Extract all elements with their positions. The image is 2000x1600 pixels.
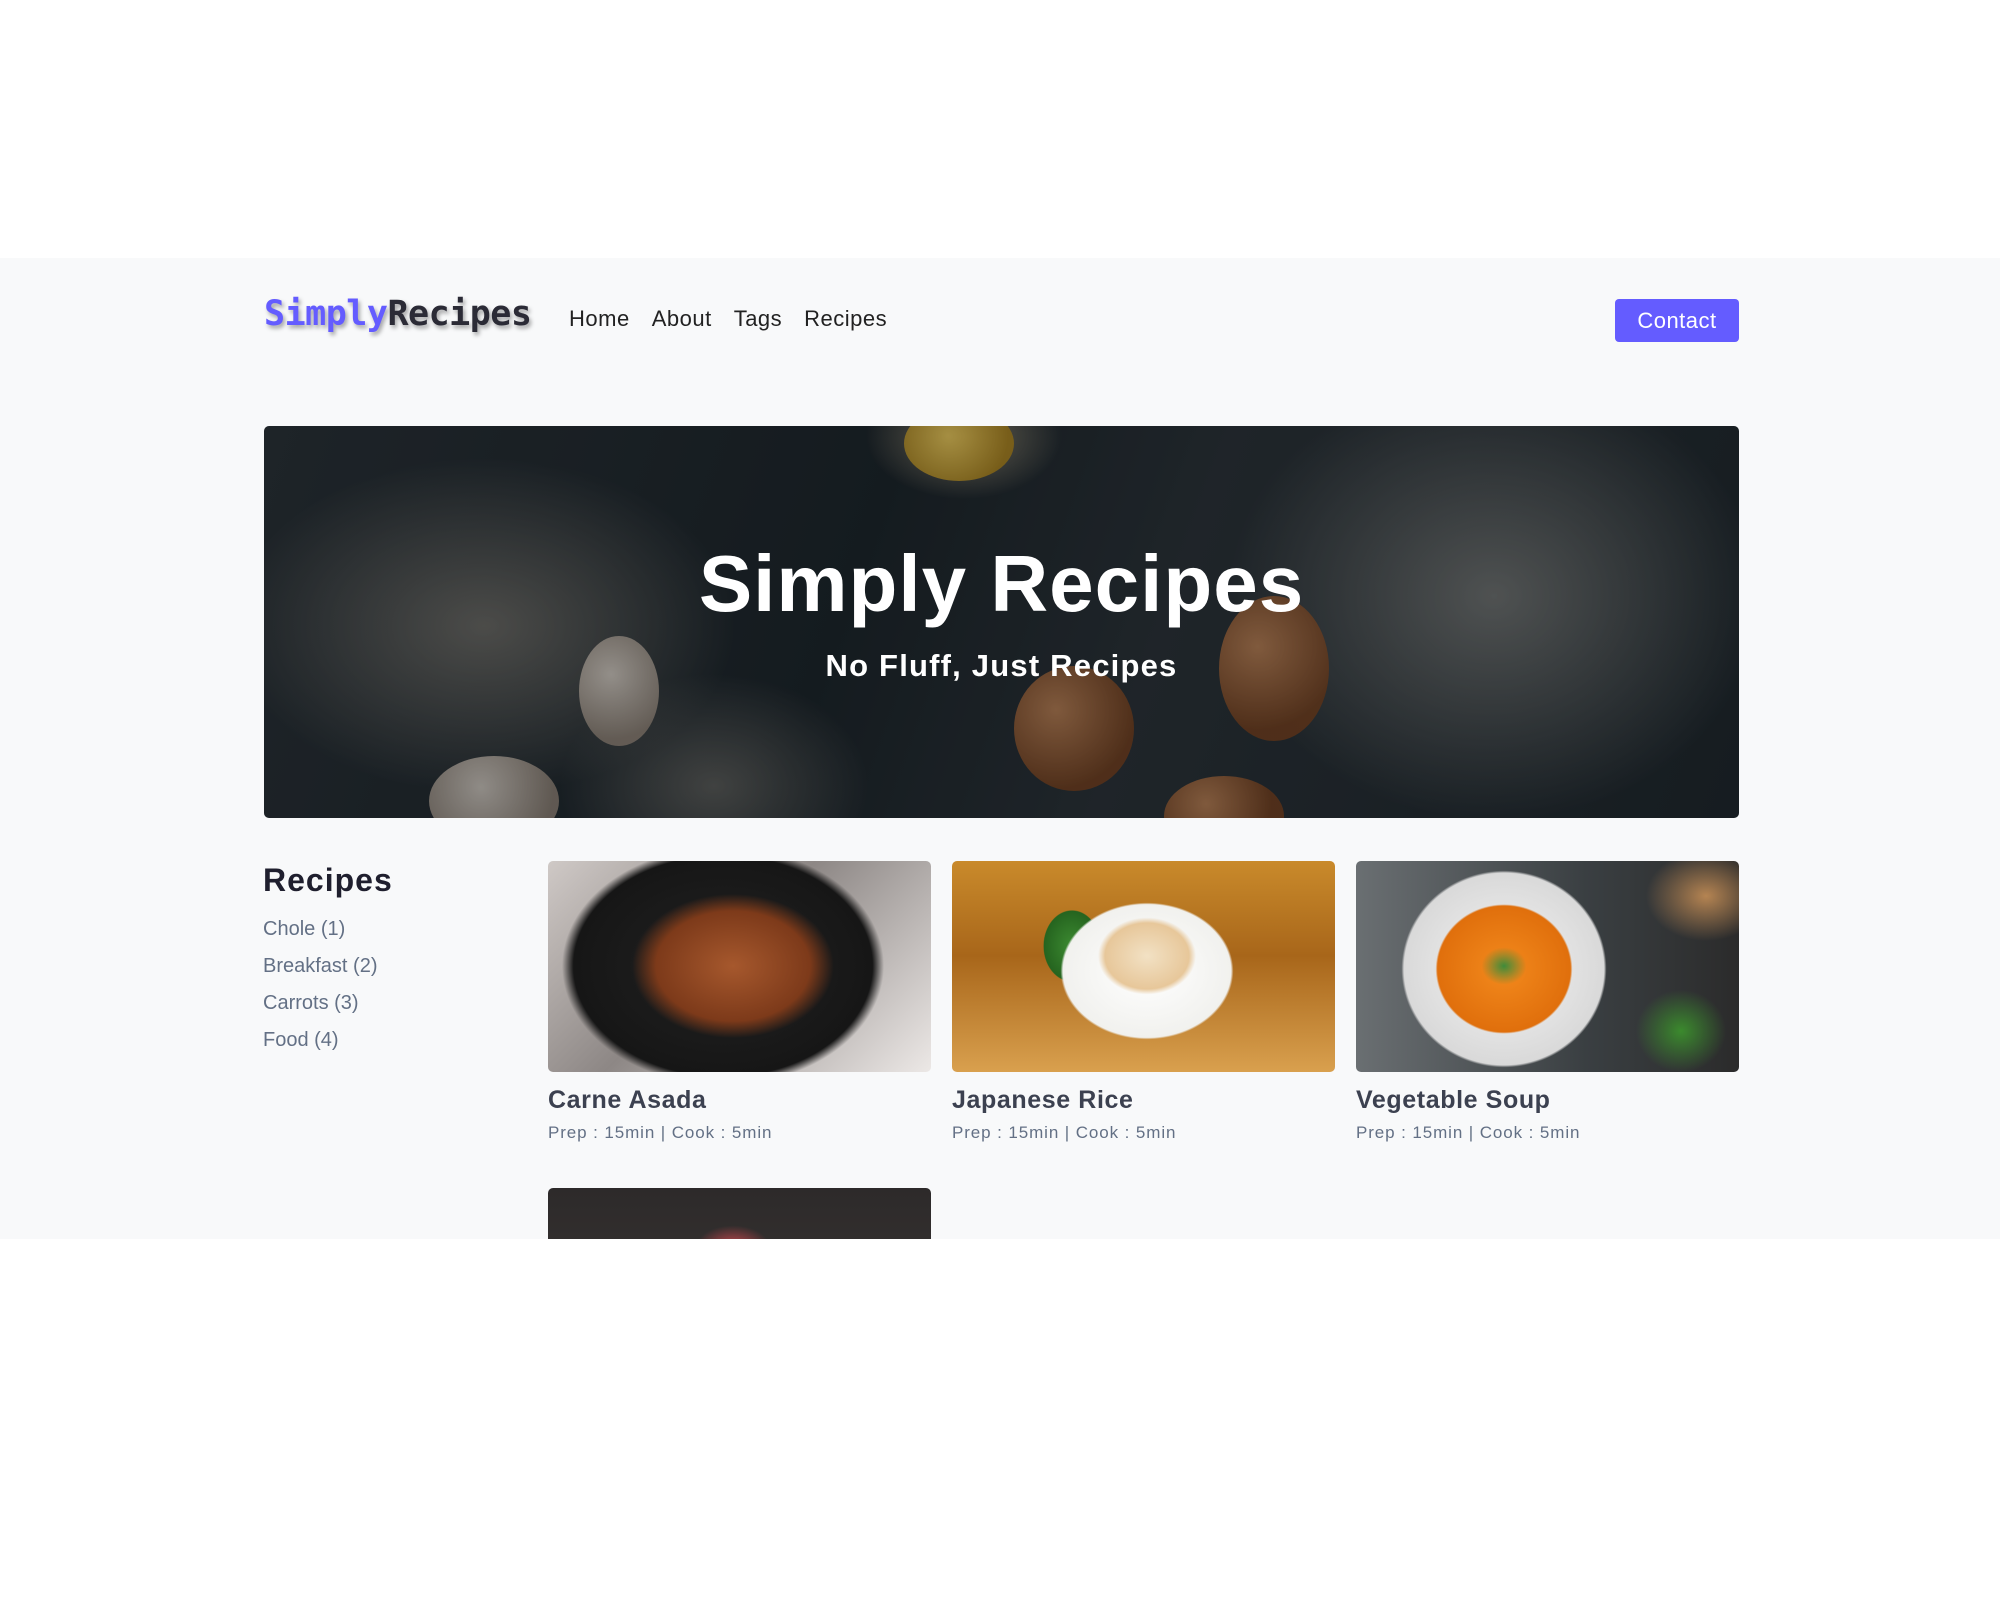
- recipe-image: [1356, 861, 1739, 1072]
- recipe-image: [952, 861, 1335, 1072]
- page-viewport: SimplyRecipes Home About Tags Recipes Co…: [0, 258, 2000, 1239]
- recipe-card[interactable]: Japanese Rice Prep : 15min | Cook : 5min: [952, 861, 1335, 1143]
- recipe-name: Japanese Rice: [952, 1086, 1134, 1114]
- recipe-card[interactable]: Vegetable Soup Prep : 15min | Cook : 5mi…: [1356, 861, 1739, 1143]
- recipe-meta: Prep : 15min | Cook : 5min: [548, 1123, 773, 1142]
- tag-list: Chole (1) Breakfast (2) Carrots (3) Food…: [263, 918, 377, 1066]
- recipe-image: [548, 861, 931, 1072]
- brand-logo-part2: Recipes: [387, 294, 532, 334]
- nav-link-recipes[interactable]: Recipes: [804, 306, 887, 332]
- hero-title: Simply Recipes: [698, 539, 1305, 628]
- recipe-name: Vegetable Soup: [1356, 1086, 1551, 1114]
- tag-link-chole[interactable]: Chole (1): [263, 918, 377, 955]
- tag-link-carrots[interactable]: Carrots (3): [263, 992, 377, 1029]
- tag-link-breakfast[interactable]: Breakfast (2): [263, 955, 377, 992]
- nav-link-tags[interactable]: Tags: [734, 306, 782, 332]
- recipe-card[interactable]: [548, 1188, 931, 1239]
- recipe-meta: Prep : 15min | Cook : 5min: [1356, 1123, 1581, 1142]
- recipe-meta: Prep : 15min | Cook : 5min: [952, 1123, 1177, 1142]
- tag-link-food[interactable]: Food (4): [263, 1029, 377, 1066]
- nav-links: Home About Tags Recipes: [569, 306, 887, 332]
- nav-link-about[interactable]: About: [652, 306, 712, 332]
- recipe-card[interactable]: Carne Asada Prep : 15min | Cook : 5min: [548, 861, 931, 1143]
- nav-link-home[interactable]: Home: [569, 306, 630, 332]
- brand-logo-part1: Simply: [264, 294, 388, 334]
- tags-title: Recipes: [263, 862, 393, 898]
- hero-subtitle: No Fluff, Just Recipes: [825, 648, 1178, 683]
- hero-banner: Simply Recipes No Fluff, Just Recipes: [264, 426, 1739, 818]
- recipe-image: [548, 1188, 931, 1239]
- contact-button[interactable]: Contact: [1615, 299, 1739, 342]
- brand-logo[interactable]: SimplyRecipes: [264, 294, 532, 334]
- recipe-name: Carne Asada: [548, 1086, 707, 1114]
